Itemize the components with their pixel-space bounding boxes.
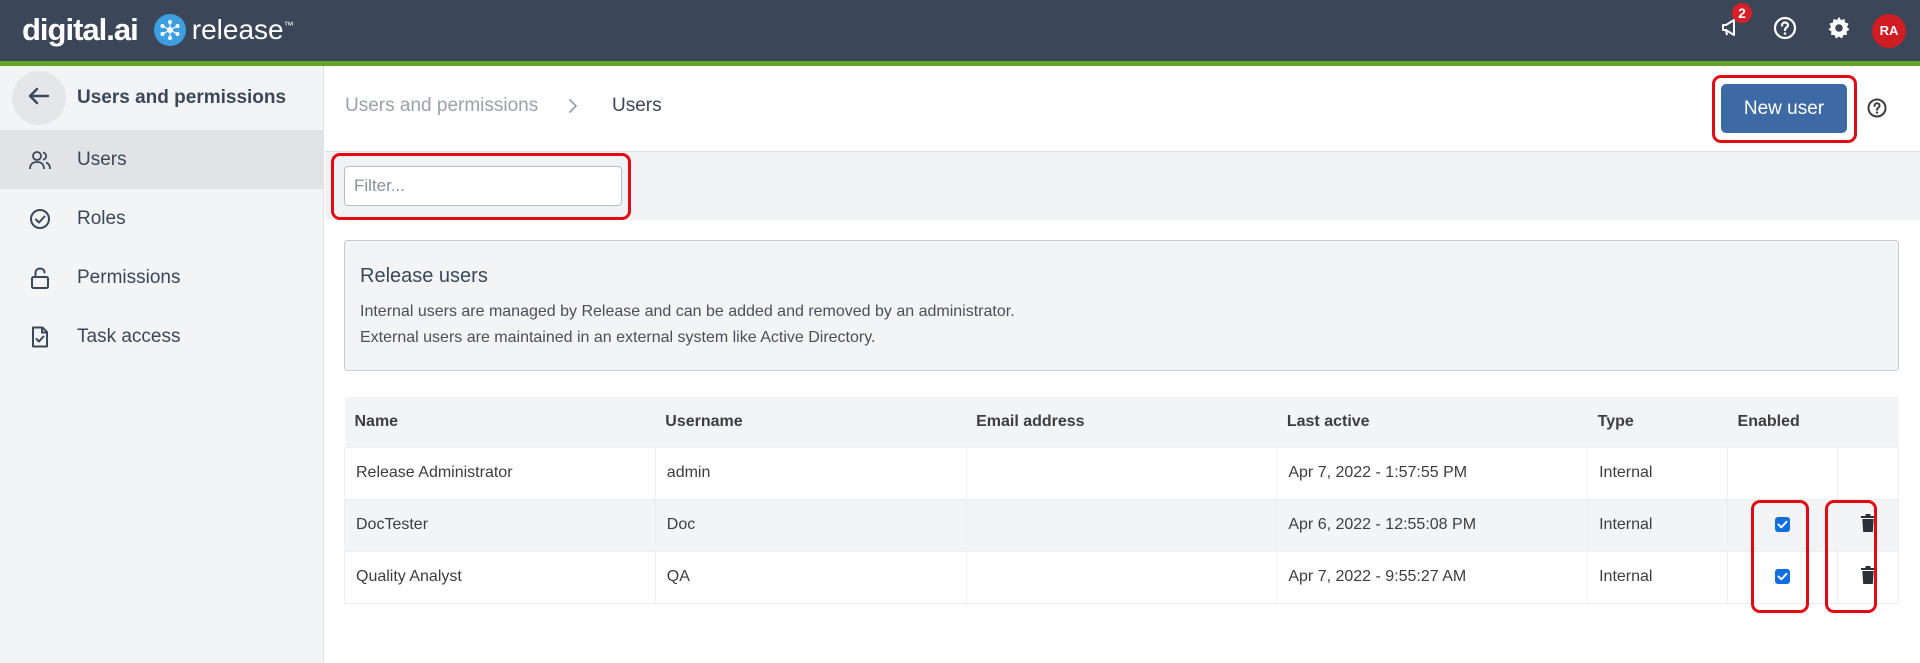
column-header-actions [1837,397,1899,447]
sidebar-item-task-access[interactable]: Task access [0,307,323,366]
users-icon [28,148,52,172]
sidebar-header: Users and permissions [0,66,323,130]
column-header-name[interactable]: Name [344,397,656,447]
cell-last-active: Apr 6, 2022 - 12:55:08 PM [1276,498,1589,552]
column-header-enabled[interactable]: Enabled [1727,397,1838,447]
highlight-outline-delete [1825,500,1877,613]
user-avatar[interactable]: RA [1872,13,1906,48]
sidebar-item-label: Task access [77,325,181,347]
cell-enabled [1727,446,1838,500]
sidebar-item-roles[interactable]: Roles [0,189,323,248]
cell-email [965,550,1278,604]
filter-bar [325,152,1920,220]
cell-type: Internal [1587,550,1729,604]
unlock-icon [28,266,52,290]
notification-count-badge: 2 [1732,3,1752,23]
info-panel-text: Internal users are managed by Release an… [360,303,1015,320]
sidebar-item-users[interactable]: Users [0,130,323,189]
column-header-email[interactable]: Email address [966,397,1277,447]
users-table: Name Username Email address Last active … [344,397,1900,604]
cell-type: Internal [1587,498,1729,552]
notifications-button[interactable]: 2 [1704,0,1758,61]
help-button[interactable] [1758,0,1812,61]
page-header: Users and permissions Users New user [325,66,1920,152]
settings-button[interactable] [1812,0,1866,61]
gear-icon [1827,16,1851,45]
top-navigation-bar: digital.ai release™ 2 RA [0,0,1920,61]
arrow-left-icon [28,87,50,110]
release-logo-icon [153,14,186,46]
cell-name: DocTester [344,498,656,552]
cell-last-active: Apr 7, 2022 - 9:55:27 AM [1276,550,1589,604]
cell-email [965,446,1278,500]
table-row: DocTester Doc Apr 6, 2022 - 12:55:08 PM … [344,498,1900,552]
help-circle-icon [1773,16,1797,45]
back-button[interactable] [12,71,66,125]
sidebar-title: Users and permissions [77,87,287,108]
brand-logo[interactable]: digital.ai release™ [22,10,294,50]
cell-username: Doc [654,498,967,552]
release-users-info-panel: Release users Internal users are managed… [344,240,1899,371]
highlight-outline-enabled [1751,500,1809,613]
cell-username: QA [654,550,967,604]
cell-username: admin [654,446,967,500]
table-row: Quality Analyst QA Apr 7, 2022 - 9:55:27… [344,550,1900,604]
check-circle-icon [28,207,52,231]
sidebar: Users and permissions Users Roles Permis… [0,66,324,663]
cell-type: Internal [1587,446,1729,500]
breadcrumb-current: Users [612,95,662,116]
chevron-right-icon [568,95,578,120]
task-file-icon [28,325,52,349]
cell-actions [1836,446,1900,500]
sidebar-item-label: Roles [77,207,126,229]
sidebar-item-label: Permissions [77,266,181,288]
table-header-row: Name Username Email address Last active … [344,397,1899,447]
filter-input[interactable] [344,166,622,206]
table-row: Release Administrator admin Apr 7, 2022 … [344,446,1900,500]
new-user-button[interactable]: New user [1721,84,1847,133]
cell-email [965,498,1278,552]
column-header-type[interactable]: Type [1587,397,1728,447]
breadcrumb-parent-link[interactable]: Users and permissions [345,95,538,117]
cell-last-active: Apr 7, 2022 - 1:57:55 PM [1276,446,1589,500]
sidebar-item-permissions[interactable]: Permissions [0,248,323,307]
cell-name: Release Administrator [344,446,656,500]
column-header-username[interactable]: Username [655,397,967,447]
sidebar-item-label: Users [77,148,127,170]
cell-name: Quality Analyst [344,550,656,604]
info-panel-text: External users are maintained in an exte… [360,329,876,346]
release-wordmark: release™ [191,14,294,45]
column-header-last-active[interactable]: Last active [1276,397,1588,447]
main-content: Users and permissions Users New user Rel… [325,66,1920,663]
digital-ai-wordmark: digital.ai [22,12,139,47]
help-icon[interactable] [1866,97,1888,119]
info-panel-title: Release users [360,265,488,287]
